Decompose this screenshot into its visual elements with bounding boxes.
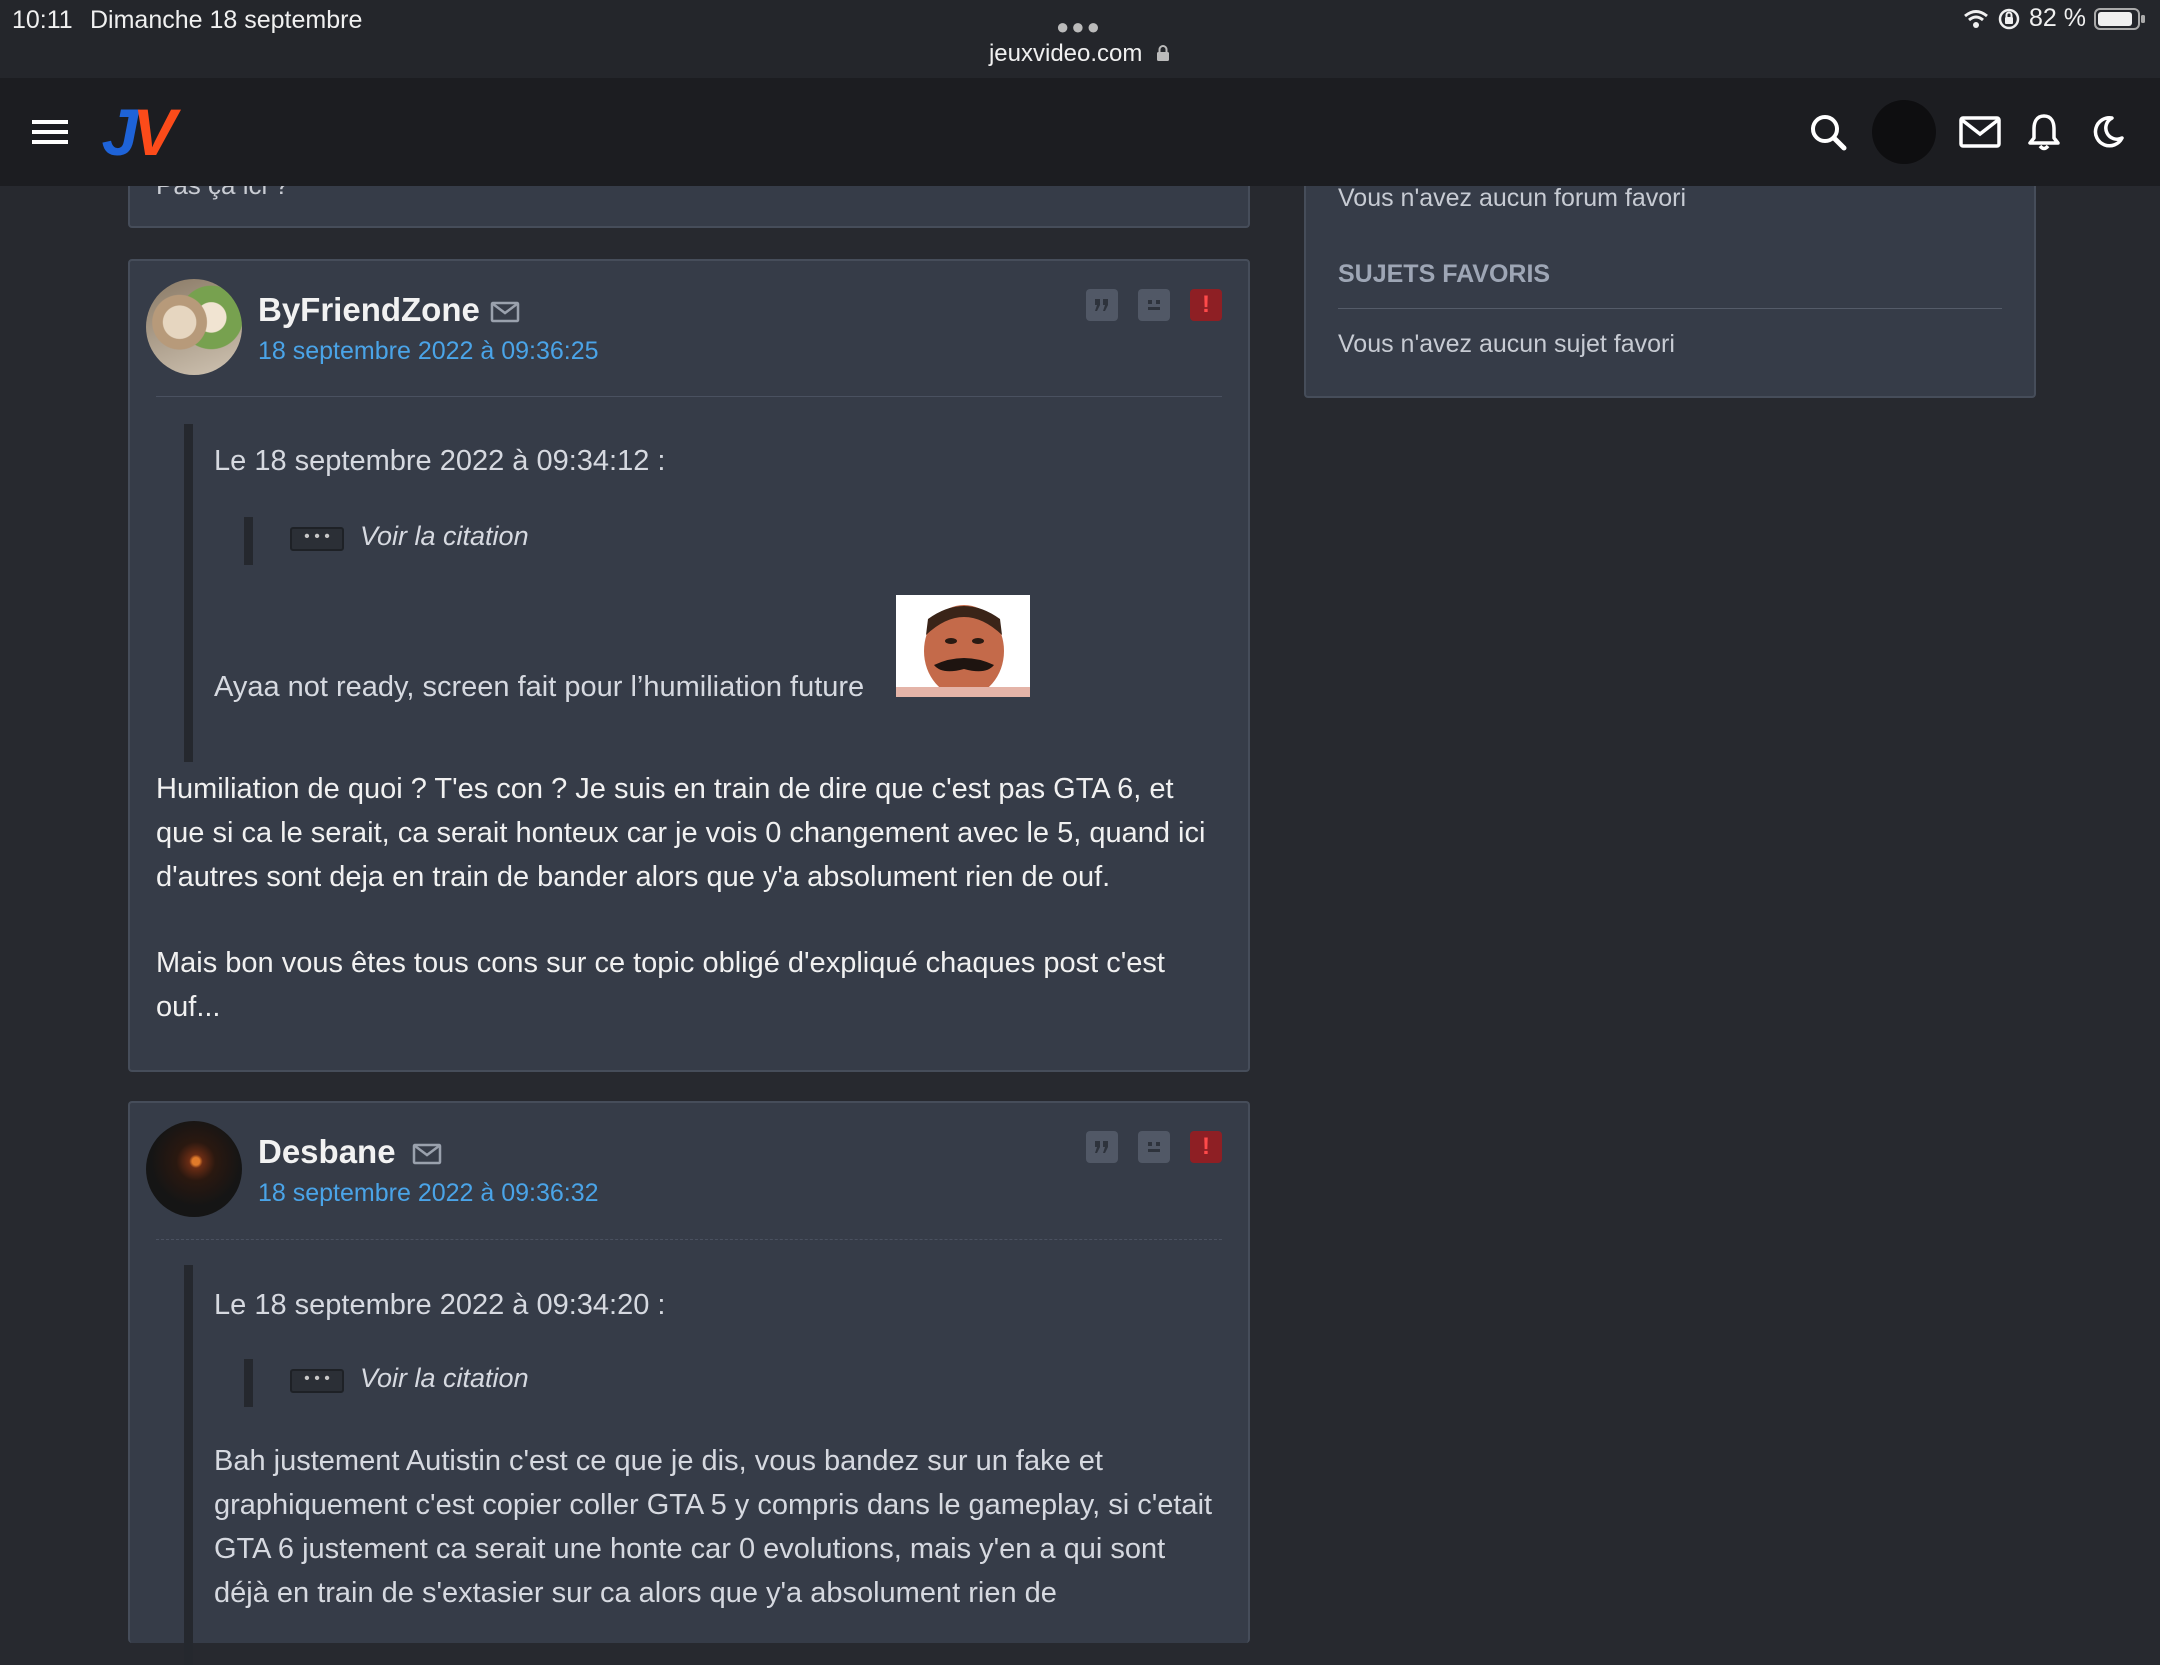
post-divider [156, 1239, 1222, 1240]
quote-button[interactable] [1086, 289, 1118, 321]
post-paragraph: Mais bon vous êtes tous cons sur ce topi… [156, 947, 1165, 1023]
voir-citation-link[interactable]: Voir la citation [360, 1363, 529, 1394]
author-name[interactable]: Desbane [258, 1133, 396, 1171]
quote-bar [184, 424, 193, 762]
rotation-lock-icon [1998, 8, 2020, 29]
logo-letter-v: V [132, 95, 177, 169]
url-text: jeuxvideo.com [988, 40, 1143, 67]
alert-button[interactable]: ! [1190, 289, 1222, 321]
quote-icon [1095, 299, 1108, 311]
mp-button[interactable] [1138, 1131, 1170, 1163]
nested-quote-bar [244, 1359, 253, 1407]
post-card: ByFriendZone 18 septembre 2022 à 09:36:2… [128, 259, 1250, 1072]
battery-icon [2094, 7, 2145, 30]
avatar [1872, 100, 1936, 164]
lock-icon [1157, 45, 1170, 61]
status-icons: 82 % [1963, 4, 2146, 33]
mp-icon[interactable] [490, 301, 520, 323]
alert-button[interactable]: ! [1190, 1131, 1222, 1163]
search-icon [1811, 115, 1847, 151]
author-name[interactable]: ByFriendZone [258, 291, 480, 329]
voir-citation-button[interactable]: • • • [290, 1369, 344, 1393]
post-paragraph: Humiliation de quoi ? T'es con ? Je suis… [156, 773, 1206, 893]
messages-button[interactable] [1958, 78, 2002, 186]
quote-bar [184, 1265, 193, 1665]
favorites-sidebar: Vous n'avez aucun forum favori SUJETS FA… [1304, 150, 2036, 398]
sad-face-icon [1148, 1142, 1160, 1152]
dark-mode-toggle[interactable] [2088, 78, 2128, 186]
quote-button[interactable] [1086, 1131, 1118, 1163]
bell-icon [2028, 114, 2060, 151]
account-avatar-button[interactable] [1872, 78, 1936, 186]
mail-icon [1959, 116, 2001, 148]
battery-percent: 82 % [2029, 4, 2086, 32]
sticker-image [896, 595, 1030, 697]
alert-icon: ! [1202, 291, 1210, 318]
moon-icon [2093, 116, 2124, 148]
site-navbar: JV [0, 78, 2160, 186]
quote-body: Ayaa not ready, screen fait pour l’humil… [214, 671, 865, 703]
post-date-link[interactable]: 18 septembre 2022 à 09:36:32 [258, 1179, 599, 1208]
sticker-face [896, 605, 1030, 697]
quote-header: Le 18 septembre 2022 à 09:34:12 : [214, 445, 666, 477]
post-card: Desbane 18 septembre 2022 à 09:36:32 ! L… [128, 1101, 1250, 1665]
mp-icon[interactable] [412, 1143, 442, 1165]
menu-button[interactable] [26, 78, 74, 186]
mp-button[interactable] [1138, 289, 1170, 321]
quote-header: Le 18 septembre 2022 à 09:34:20 : [214, 1289, 666, 1321]
site-logo[interactable]: JV [96, 78, 182, 186]
voir-citation-link[interactable]: Voir la citation [360, 521, 529, 552]
quote-icon [1095, 1141, 1108, 1153]
status-bar: 10:11 Dimanche 18 septembre ●●● jeuxvide… [0, 0, 2160, 78]
author-avatar[interactable] [146, 279, 242, 375]
nested-quote-bar [244, 517, 253, 565]
search-button[interactable] [1804, 78, 1852, 186]
voir-citation-button[interactable]: • • • [290, 527, 344, 551]
voir-citation-dots: • • • [304, 1370, 330, 1387]
post-date-link[interactable]: 18 septembre 2022 à 09:36:25 [258, 337, 599, 366]
wifi-icon [1964, 9, 1988, 28]
alert-icon: ! [1202, 1133, 1210, 1160]
status-time: 10:11 [12, 6, 73, 34]
sujets-favoris-title: SUJETS FAVORIS [1338, 260, 1551, 288]
menu-icon [32, 120, 68, 144]
sidebar-divider [1338, 308, 2002, 309]
no-sujet-text: Vous n'avez aucun sujet favori [1338, 330, 1675, 358]
status-date: Dimanche 18 septembre [90, 6, 363, 34]
notifications-button[interactable] [2024, 78, 2064, 186]
author-avatar[interactable] [146, 1121, 242, 1217]
quote-body: Bah justement Autistin c'est ce que je d… [214, 1445, 1213, 1609]
sad-face-icon [1148, 300, 1160, 310]
post-divider [156, 396, 1222, 397]
address-bar[interactable]: jeuxvideo.com [0, 40, 2160, 68]
no-forum-text: Vous n'avez aucun forum favori [1338, 184, 1687, 212]
voir-citation-dots: • • • [304, 528, 330, 545]
multitask-dots-icon[interactable]: ●●● [1056, 14, 1102, 40]
